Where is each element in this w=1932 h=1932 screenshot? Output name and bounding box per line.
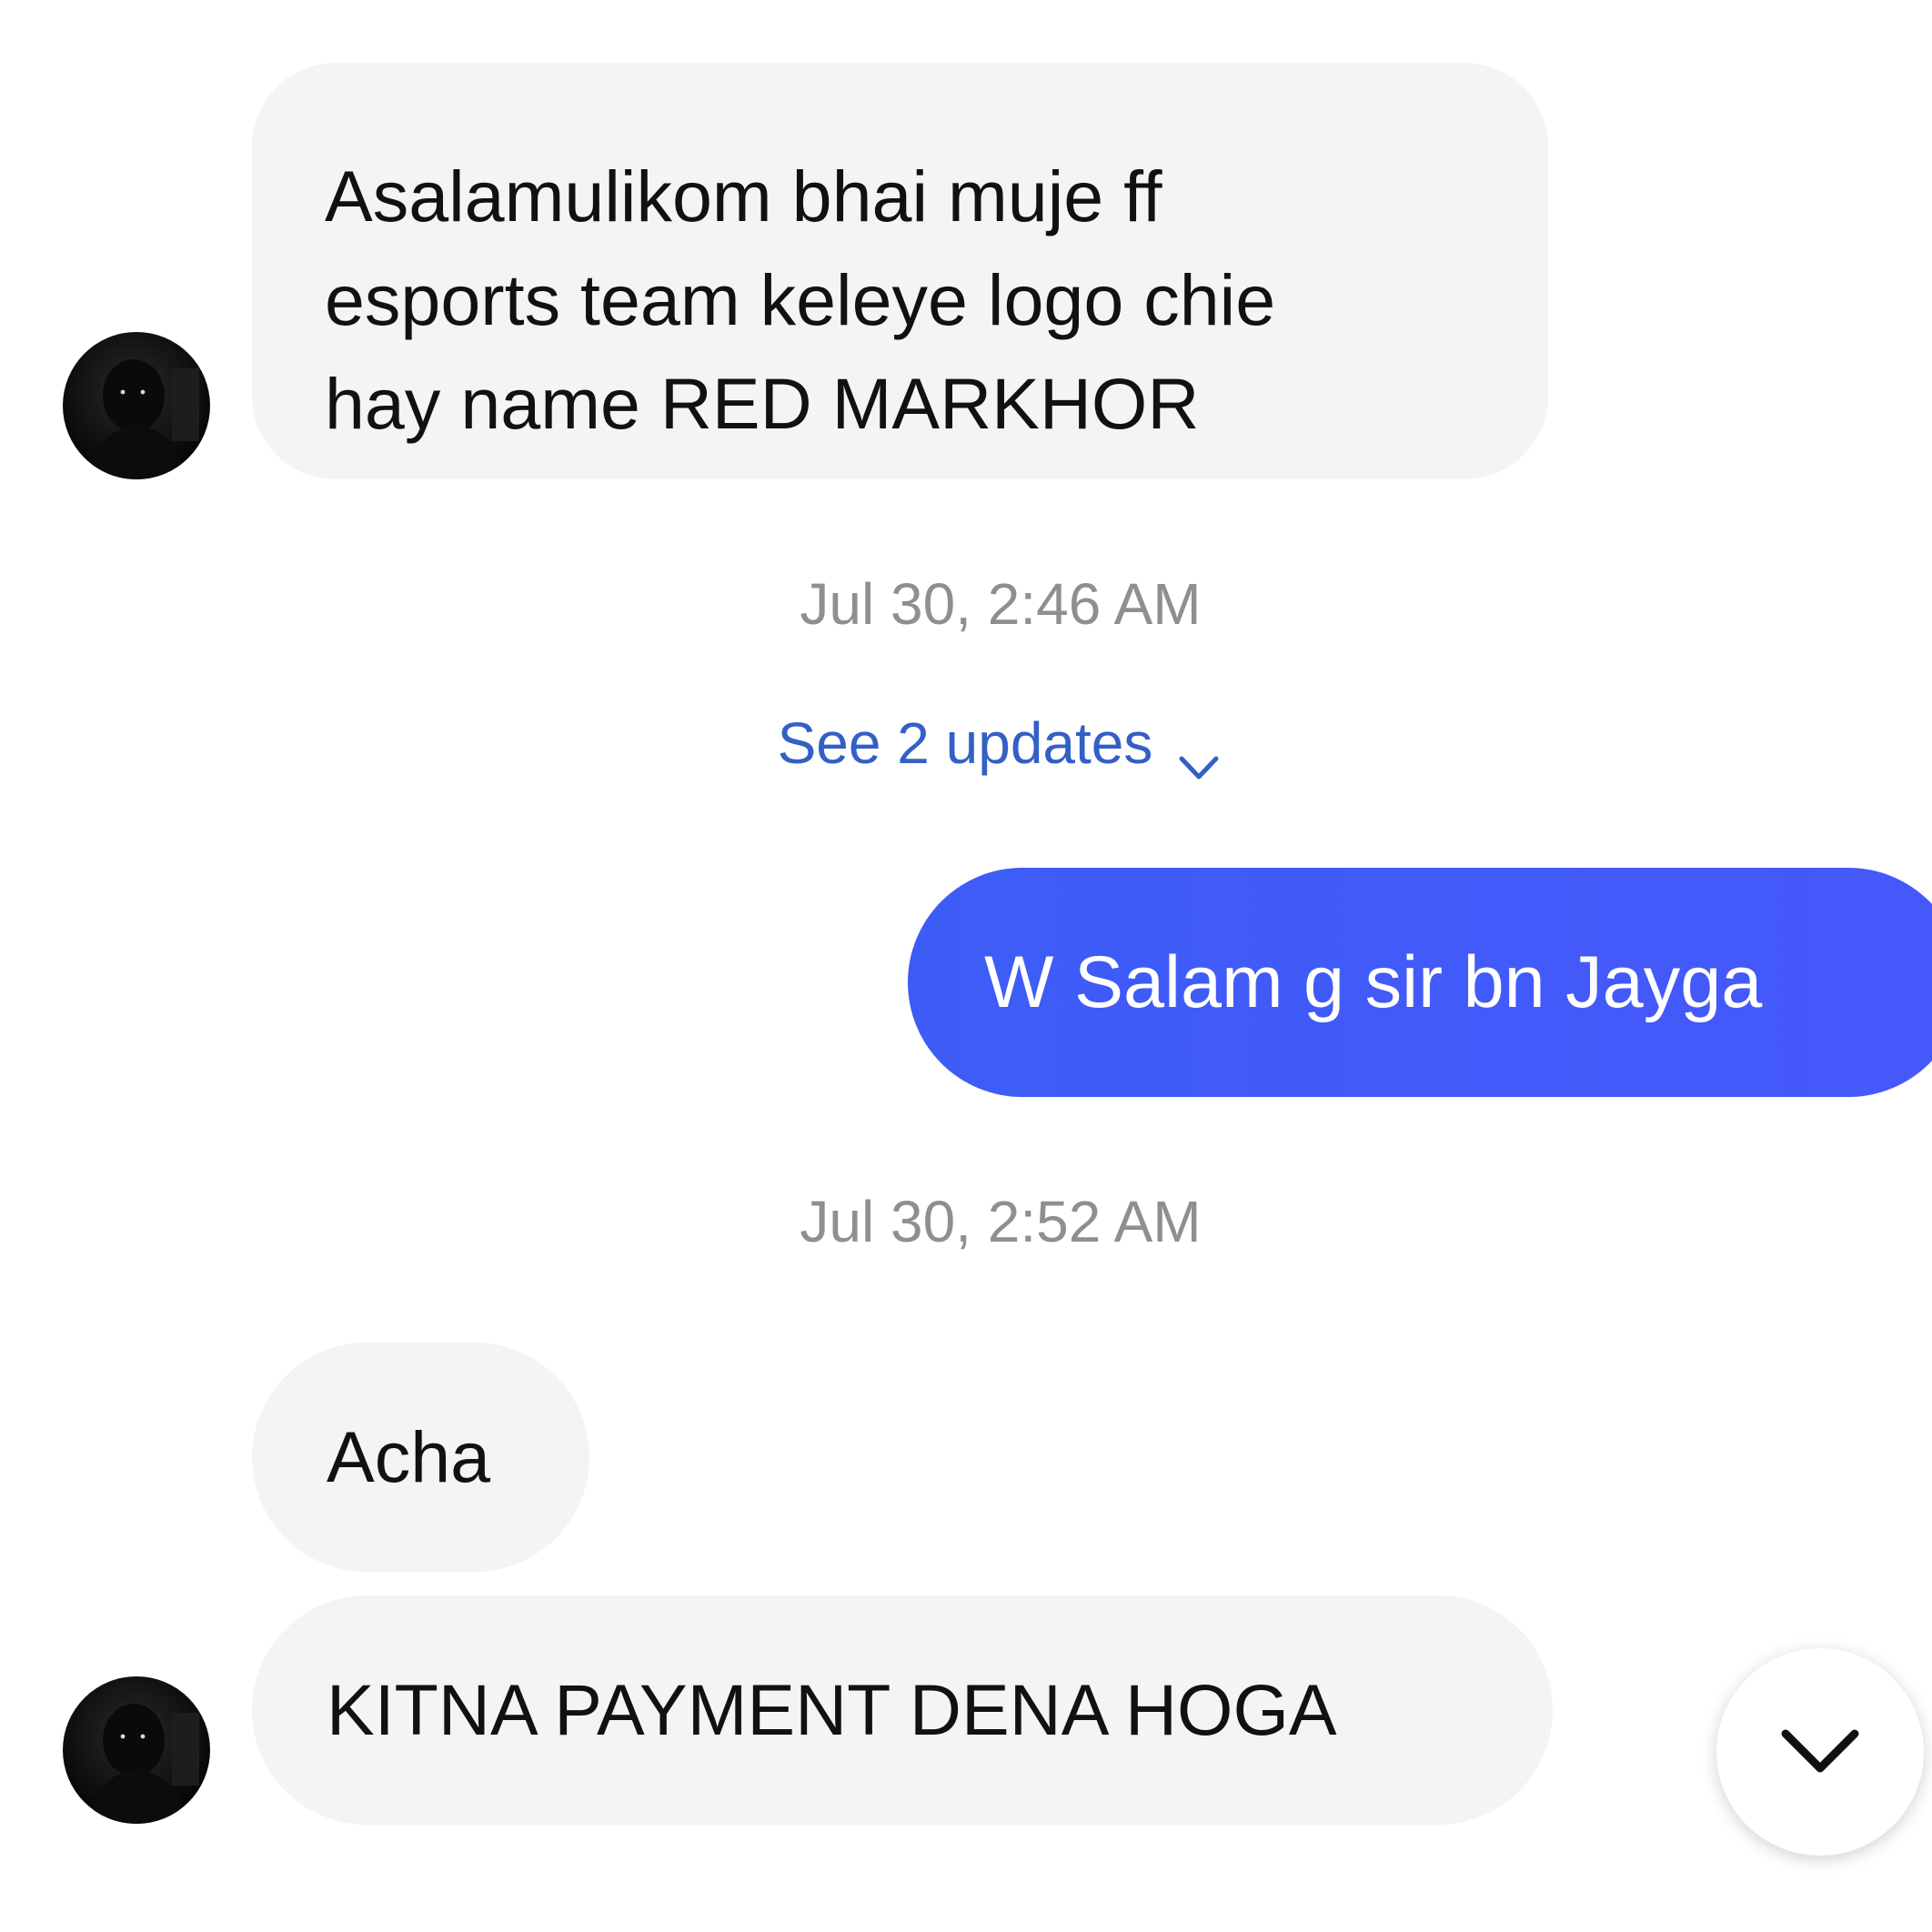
chat-thread: Asalamulikom bhai muje ff esports team k… (0, 0, 1932, 1932)
contact-avatar[interactable] (63, 332, 210, 479)
avatar-image (90, 359, 199, 479)
contact-avatar[interactable] (63, 1676, 210, 1824)
message-timestamp: Jul 30, 2:46 AM (800, 571, 1202, 637)
chevron-down-icon (1781, 1729, 1859, 1773)
see-updates-label: See 2 updates (777, 710, 1153, 776)
outgoing-message[interactable]: W Salam g sir bn Jayga (908, 868, 1932, 1097)
chevron-down-icon (1174, 730, 1223, 780)
incoming-message[interactable]: Acha (252, 1343, 589, 1572)
see-updates-link[interactable]: See 2 updates (0, 707, 1932, 780)
message-timestamp: Jul 30, 2:52 AM (800, 1189, 1202, 1254)
scroll-to-bottom-button[interactable] (1716, 1648, 1924, 1856)
avatar-image (90, 1704, 199, 1824)
incoming-message[interactable]: KITNA PAYMENT DENA HOGA (252, 1595, 1553, 1825)
incoming-message[interactable]: Asalamulikom bhai muje ff esports team k… (252, 63, 1548, 479)
